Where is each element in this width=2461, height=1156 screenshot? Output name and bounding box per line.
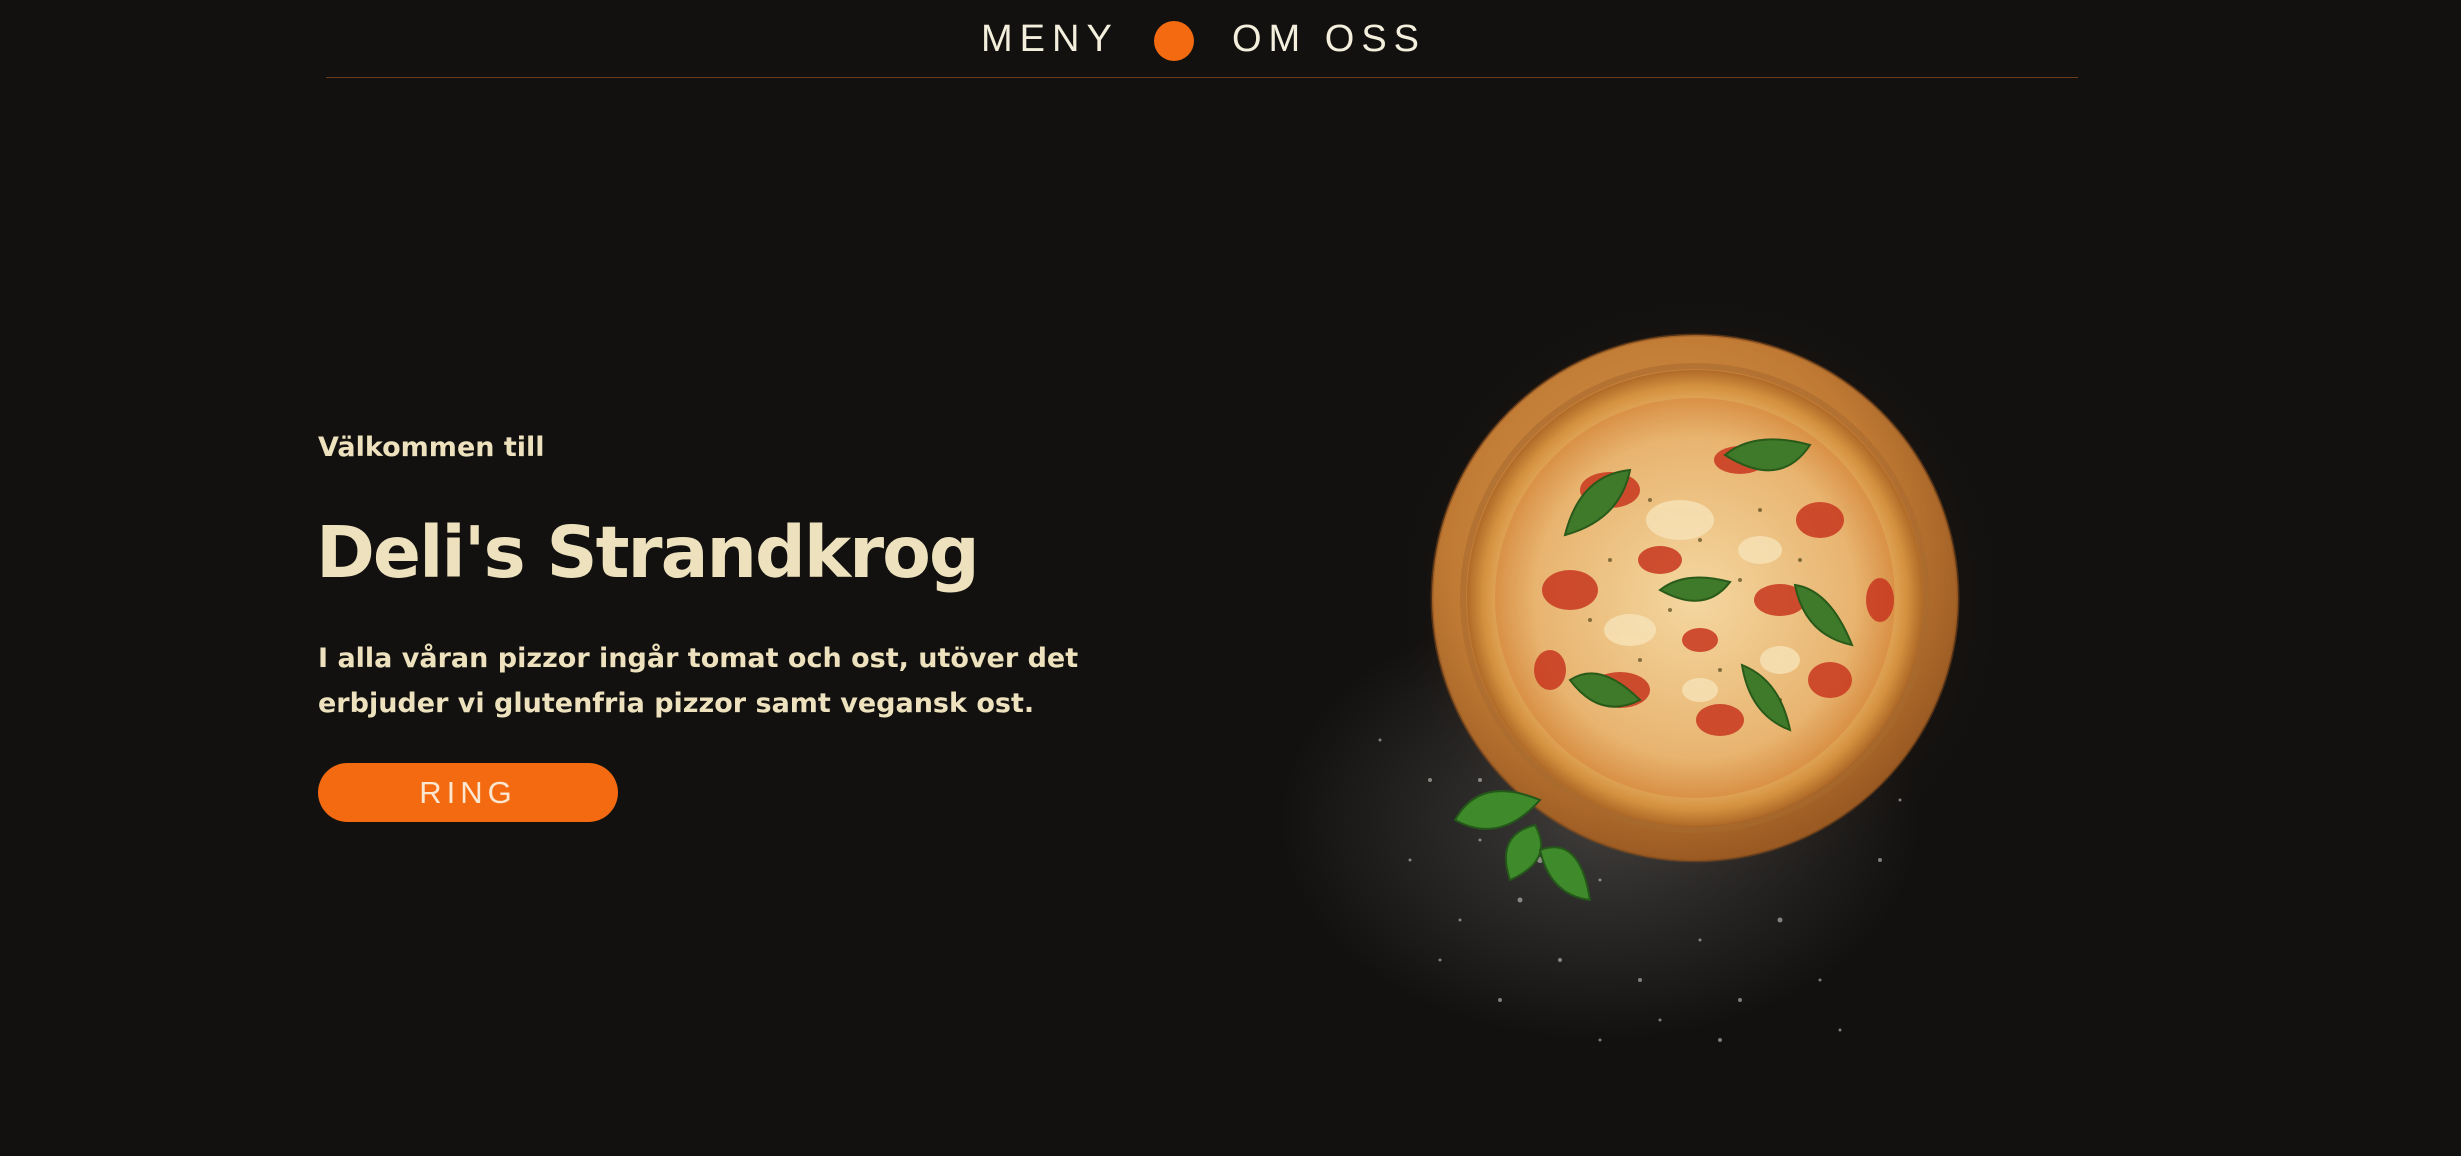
nav-dot-logo	[1154, 21, 1194, 61]
ring-button[interactable]: RING	[318, 763, 618, 822]
hero-eyebrow: Välkommen till	[318, 432, 545, 463]
top-navigation: MENY OM OSS	[0, 0, 2461, 78]
nav-divider	[326, 77, 2078, 78]
pizza-image	[1180, 260, 2040, 1080]
nav-link-om-oss[interactable]: OM OSS	[1232, 14, 1426, 64]
page-title: Deli's Strandkrog	[316, 511, 980, 594]
nav-link-meny[interactable]: MENY	[981, 14, 1119, 64]
hero-description: I alla våran pizzor ingår tomat och ost,…	[318, 643, 1079, 719]
pizza-icon	[1280, 260, 2040, 1042]
